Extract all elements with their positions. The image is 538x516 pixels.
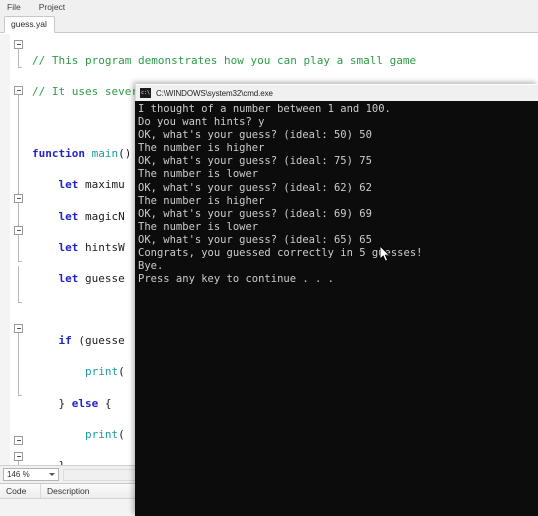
menu-bar: File Project [0, 0, 538, 16]
fold-toggle-icon[interactable] [14, 452, 23, 461]
console-line: The number is lower [138, 220, 259, 233]
console-line: Congrats, you guessed correctly in 5 gue… [138, 247, 423, 260]
zoom-level-value: 146 % [7, 470, 30, 479]
console-line: The number is higher [138, 194, 265, 207]
console-line: The number is higher [138, 142, 265, 155]
fold-guide-end [18, 395, 22, 396]
tab-strip-filler [54, 19, 538, 33]
console-line: OK, what's your guess? (ideal: 50) 50 [138, 129, 372, 142]
console-output[interactable]: I thought of a number between 1 and 100.… [135, 101, 538, 516]
cmd-icon [140, 88, 151, 98]
console-title-text: C:\WINDOWS\system32\cmd.exe [156, 88, 273, 98]
fold-toggle-icon[interactable] [14, 226, 23, 235]
fold-guide [18, 333, 19, 395]
console-line: Do you want hints? y [138, 116, 265, 129]
menu-item-file[interactable]: File [5, 0, 23, 15]
console-line: The number is lower [138, 168, 259, 181]
console-line: Press any key to continue . . . [138, 273, 334, 286]
fold-guide-end [18, 67, 22, 68]
fold-guide-end [18, 261, 22, 262]
console-line: OK, what's your guess? (ideal: 65) 65 [138, 233, 372, 246]
chevron-down-icon [49, 473, 55, 476]
fold-guide [18, 235, 19, 261]
fold-guide [18, 49, 19, 67]
code-line: // This program demonstrates how you can… [32, 53, 538, 69]
fold-guide [18, 461, 19, 465]
fold-guide-end [18, 302, 22, 303]
tab-strip: guess.yal [0, 16, 538, 33]
console-line: OK, what's your guess? (ideal: 62) 62 [138, 181, 372, 194]
fold-toggle-icon[interactable] [14, 436, 23, 445]
zoom-level-select[interactable]: 146 % [3, 468, 59, 481]
fold-toggle-icon[interactable] [14, 86, 23, 95]
console-title-bar[interactable]: C:\WINDOWS\system32\cmd.exe [135, 84, 538, 101]
tab-guess-yal[interactable]: guess.yal [4, 16, 55, 33]
console-line: OK, what's your guess? (ideal: 69) 69 [138, 207, 372, 220]
fold-toggle-icon[interactable] [14, 194, 23, 203]
fold-guide [18, 95, 19, 199]
code-line-text: // This program demonstrates how you can… [32, 53, 417, 67]
fold-guide [18, 266, 19, 302]
console-line: I thought of a number between 1 and 100. [138, 103, 391, 115]
console-line: Bye. [138, 260, 164, 273]
fold-toggle-icon[interactable] [14, 40, 23, 49]
column-header-code[interactable]: Code [0, 484, 41, 498]
fold-margin[interactable] [10, 34, 32, 465]
fold-toggle-icon[interactable] [14, 324, 23, 333]
console-window[interactable]: C:\WINDOWS\system32\cmd.exe I thought of… [135, 84, 538, 516]
console-line: OK, what's your guess? (ideal: 75) 75 [138, 155, 372, 168]
menu-item-project[interactable]: Project [37, 0, 67, 15]
